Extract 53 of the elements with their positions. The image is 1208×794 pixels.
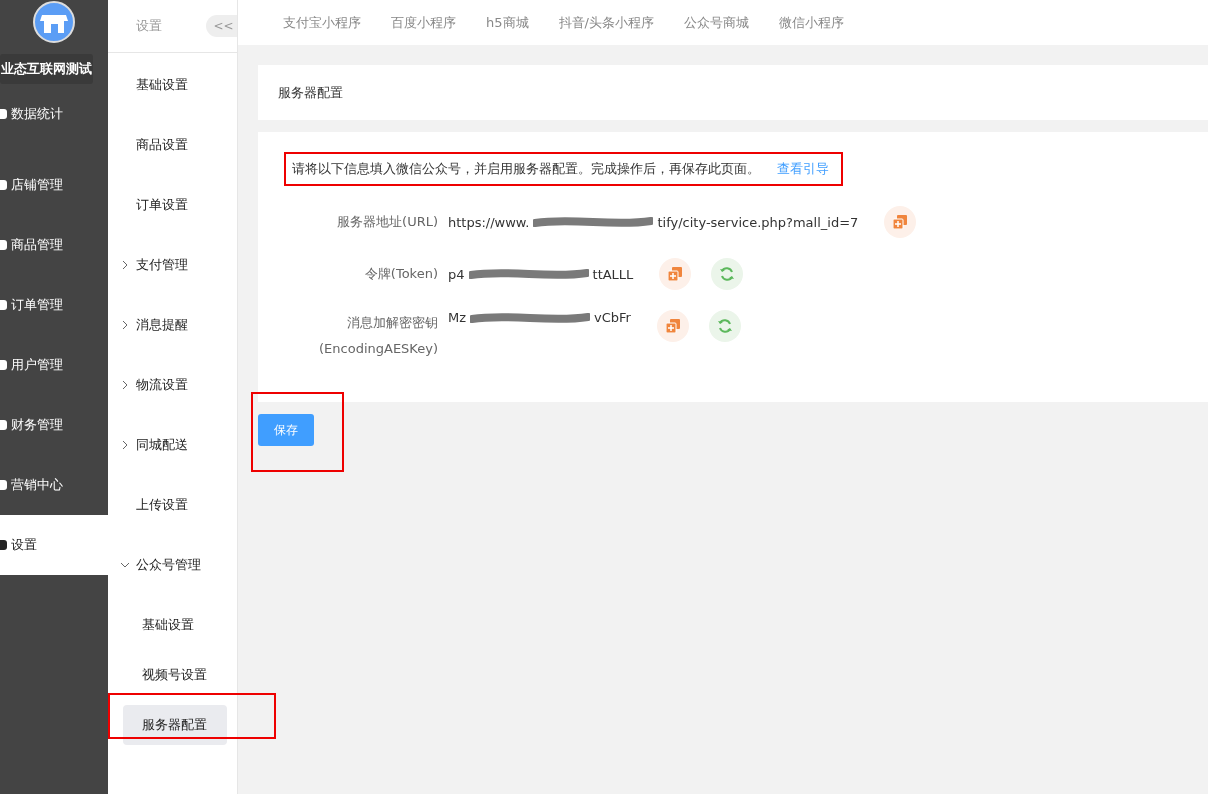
submenu-item[interactable]: 基础设置	[108, 55, 237, 115]
menu-icon	[0, 300, 7, 310]
menu-icon	[0, 180, 7, 190]
sidebar-item[interactable]: 营销中心	[0, 455, 108, 515]
sidebar-item[interactable]: 设置	[0, 515, 108, 575]
refresh-icon[interactable]	[708, 310, 741, 342]
sidebar-item[interactable]: 数据统计	[0, 84, 108, 144]
menu-icon	[0, 109, 7, 119]
sidebar-item[interactable]: 用户管理	[0, 335, 108, 395]
tab[interactable]: 微信小程序	[778, 13, 844, 32]
tab[interactable]: h5商城	[486, 13, 529, 32]
tab[interactable]: 抖音/头条小程序	[558, 13, 654, 32]
sidebar-item[interactable]: 商品管理	[0, 215, 108, 275]
submenu-item[interactable]: 支付管理	[108, 235, 237, 295]
submenu-item[interactable]: 视频号设置	[123, 655, 227, 695]
menu-icon	[0, 480, 7, 490]
submenu-item[interactable]: 公众号管理	[108, 535, 237, 595]
tab[interactable]: 百度小程序	[391, 13, 456, 32]
field-label: 令牌(Token)	[363, 265, 438, 283]
page-title: 服务器配置	[278, 83, 343, 102]
submenu-item[interactable]: 同城配送	[108, 415, 237, 475]
sidebar-item[interactable]: 财务管理	[0, 395, 108, 455]
submenu-item[interactable]: 物流设置	[108, 355, 237, 415]
submenu-title: 设置	[136, 17, 162, 35]
menu-icon	[0, 420, 7, 430]
menu-icon	[0, 360, 7, 370]
copy-icon[interactable]	[656, 310, 689, 342]
notice-text: 请将以下信息填入微信公众号，并启用服务器配置。完成操作后，再保存此页面。	[292, 160, 760, 178]
submenu-item[interactable]: 消息提醒	[108, 295, 237, 355]
field-value: p4	[448, 266, 465, 282]
submenu-item[interactable]: 订单设置	[108, 175, 237, 235]
submenu-item[interactable]: 商品设置	[108, 115, 237, 175]
submenu-item[interactable]: 基础设置	[123, 605, 227, 645]
menu-icon	[0, 540, 7, 550]
copy-icon[interactable]	[884, 206, 917, 238]
field-label: 消息加解密密钥 (EncodingAESKey)	[318, 314, 438, 358]
field-label: 服务器地址(URL)	[336, 213, 438, 231]
field-value: https://www.	[448, 214, 530, 230]
field-value: tify/city-service.php?mall_id=7	[657, 214, 859, 230]
sidebar-item[interactable]: 店铺管理	[0, 155, 108, 215]
field-value: ttALLL	[592, 266, 634, 282]
submenu-item[interactable]: 上传设置	[108, 475, 237, 535]
menu-icon	[0, 240, 7, 250]
copy-icon[interactable]	[659, 258, 692, 290]
refresh-icon[interactable]	[711, 258, 744, 290]
sidebar-item[interactable]: 订单管理	[0, 275, 108, 335]
submenu-item[interactable]: 服务器配置	[123, 705, 227, 745]
store-name: 业态互联网测试	[0, 54, 93, 84]
tab[interactable]: 支付宝小程序	[283, 13, 361, 32]
tab[interactable]: 公众号商城	[683, 13, 749, 32]
field-value: vCbFr	[594, 310, 631, 325]
field-value: Mz	[448, 310, 467, 325]
store-logo-icon	[33, 1, 75, 43]
